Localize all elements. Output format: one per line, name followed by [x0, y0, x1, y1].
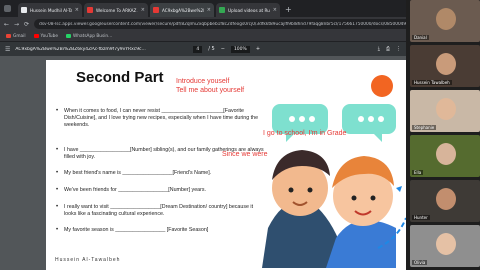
page-number-input[interactable]: 4: [193, 45, 203, 53]
zoom-in-icon[interactable]: +: [256, 46, 260, 52]
new-tab-button[interactable]: +: [285, 3, 292, 17]
avatar: [436, 53, 456, 75]
close-icon[interactable]: ×: [207, 7, 211, 13]
list-item: My best friend's name is _______________…: [56, 170, 266, 177]
list-item: We've been friends for _________________…: [56, 187, 266, 194]
close-icon[interactable]: ×: [273, 7, 277, 13]
zoom-out-icon[interactable]: −: [221, 46, 225, 52]
participant-tile[interactable]: Olivia: [410, 225, 480, 267]
zoom-input[interactable]: 100%: [230, 45, 250, 53]
bookmark-whatsapp[interactable]: WhatsApp Busin...: [66, 34, 112, 39]
pdf-page: Second Part Introduce youself Tell me ab…: [46, 60, 406, 270]
tab-favicon: [21, 7, 27, 13]
list-item: When it comes to food, I can never resis…: [56, 108, 266, 129]
forward-icon[interactable]: →: [14, 21, 19, 28]
list-item: I really want to visit _________________…: [56, 204, 266, 218]
participant-name: Ella: [412, 170, 424, 175]
youtube-icon: [33, 34, 39, 38]
pdf-file-name: AC9xbgA%2Bwe%2Bi%2BZ6ky4ZPZ-fbzm9f7y9vYR…: [15, 46, 146, 52]
download-icon[interactable]: ⤓: [378, 46, 380, 52]
print-icon[interactable]: ⎙: [386, 46, 390, 52]
window-menu-icon[interactable]: [4, 5, 11, 12]
tab-title: Hussein Mudhil Al-Tawalbeh: [30, 7, 72, 13]
annotation-introduce: Introduce youself: [176, 78, 230, 85]
participant-tile[interactable]: Ella: [410, 135, 480, 177]
bookmark-youtube[interactable]: YouTube: [33, 34, 58, 39]
participant-tile[interactable]: Hussein Tawalbeh: [410, 45, 480, 87]
tab-favicon: [87, 7, 93, 13]
tab-strip: Hussein Mudhil Al-Tawalbeh × Welcome To …: [0, 0, 406, 17]
participant-tile[interactable]: Danial: [410, 0, 480, 42]
participant-name: Hussein Tawalbeh: [412, 80, 452, 85]
tab-title: Welcome To ARKAZ Academy: [96, 7, 138, 13]
menu-icon[interactable]: ☰: [5, 46, 10, 53]
participants-panel: Danial Hussein Tawalbeh Stephanie Ella H…: [406, 0, 480, 270]
bookmark-gmail[interactable]: Gmail: [6, 34, 26, 39]
annotation-tell-me: Tell me about yourself: [176, 87, 245, 94]
avatar: [436, 188, 456, 210]
participant-tile[interactable]: Stephanie: [410, 90, 480, 132]
participant-tile[interactable]: Hunter: [410, 180, 480, 222]
pdf-viewer[interactable]: Second Part Introduce youself Tell me ab…: [0, 56, 406, 270]
participant-name: Stephanie: [412, 125, 437, 130]
tab-title: Upload videos at Rumble: [228, 7, 270, 13]
participant-name: Hunter: [412, 215, 430, 220]
tab-1[interactable]: Hussein Mudhil Al-Tawalbeh ×: [18, 3, 82, 17]
friends-illustration: [262, 75, 406, 268]
tab-3-active[interactable]: AC9xbgA%2Bwe%2Bi... ×: [150, 3, 214, 17]
avatar: [436, 143, 456, 165]
author-footer: Hussein Al-Tawalbeh: [55, 257, 121, 263]
bookmarks-bar: Gmail YouTube WhatsApp Busin...: [0, 31, 406, 42]
tab-favicon: [153, 7, 159, 13]
tab-favicon: [219, 7, 225, 13]
participant-name: Danial: [412, 35, 429, 40]
tab-4[interactable]: Upload videos at Rumble ×: [216, 3, 280, 17]
reload-icon[interactable]: ⟳: [24, 21, 29, 28]
participant-name: Olivia: [412, 260, 428, 265]
avatar: [436, 8, 456, 30]
tab-2[interactable]: Welcome To ARKAZ Academy ×: [84, 3, 148, 17]
tab-title: AC9xbgA%2Bwe%2Bi...: [162, 7, 204, 13]
annotation-school: I go to school, I'm in Grade: [263, 130, 347, 137]
back-icon[interactable]: ←: [4, 21, 9, 28]
pdf-actions: ⤓ ⎙ ⋮: [378, 46, 401, 52]
avatar: [436, 98, 456, 120]
whatsapp-icon: [66, 34, 72, 38]
pdf-toolbar: ☰ AC9xbgA%2Bwe%2Bi%2BZ6ky4ZPZ-fbzm9f7y9v…: [0, 42, 406, 56]
close-icon[interactable]: ×: [75, 7, 79, 13]
avatar: [436, 233, 456, 255]
list-item: My favorite season is _________________ …: [56, 227, 266, 234]
address-bar: ← → ⟳ dsv-08-lsc.apps.viewer.googleuserc…: [0, 17, 478, 31]
pdf-page-controls: 4 / 5 − 100% +: [193, 45, 260, 53]
close-icon[interactable]: ×: [141, 7, 145, 13]
gmail-icon: [6, 34, 11, 38]
page-total: / 5: [208, 46, 215, 52]
more-icon[interactable]: ⋮: [396, 46, 401, 52]
slide-title: Second Part: [76, 69, 164, 86]
annotation-since: Since we were: [222, 151, 268, 158]
